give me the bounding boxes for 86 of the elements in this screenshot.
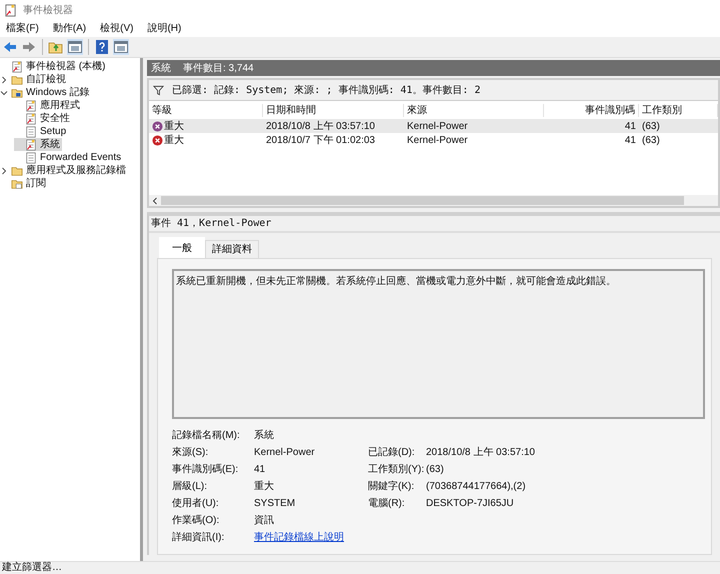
event-title: 事件 41，Kernel-Power bbox=[149, 216, 720, 233]
error-icon bbox=[152, 120, 163, 132]
field-value: DESKTOP-7JI65JU bbox=[426, 497, 515, 510]
menu-item[interactable]: 說明(H) bbox=[147, 22, 182, 35]
column-header[interactable]: 事件識別碼 bbox=[544, 104, 639, 116]
field-label: 層級(L): bbox=[172, 480, 208, 493]
event-row[interactable]: 重大 2018/10/7 下午 01:02:03 Kernel-Power 41 (63) bbox=[149, 133, 718, 147]
pane-icon[interactable] bbox=[113, 39, 129, 55]
table-cell-text: 2018/10/8 上午 03:57:10 bbox=[265, 120, 376, 132]
field-value: 2018/10/8 上午 03:57:10 bbox=[426, 446, 536, 459]
tree-item[interactable]: 自訂檢視 bbox=[0, 73, 68, 86]
window-title: 事件檢視器 bbox=[23, 4, 73, 16]
field-value: (63) bbox=[426, 463, 445, 476]
folder-icon bbox=[11, 164, 23, 176]
log-name: 系統 bbox=[151, 62, 171, 74]
table-cell-text: 41 bbox=[624, 120, 637, 132]
field-label: 記錄檔名稱(M): bbox=[172, 429, 241, 442]
table-cell-text: (63) bbox=[641, 120, 661, 132]
filter-summary: 已篩選: 記錄: System; 來源: ; 事件識別碼: 41。事件數目: 2 bbox=[172, 84, 480, 96]
table-cell-text: 41 bbox=[624, 134, 637, 146]
field-value: 41 bbox=[254, 463, 266, 476]
table-cell: 重大 bbox=[164, 134, 184, 146]
tree-item[interactable]: Setup bbox=[14, 125, 68, 138]
table-cell: 重大 bbox=[164, 120, 184, 132]
field-label: 來源(S): bbox=[172, 446, 210, 459]
tree-item[interactable]: 應用程式 bbox=[14, 99, 82, 112]
chevron-down-icon[interactable] bbox=[0, 88, 8, 96]
field-label: 工作類別(Y): bbox=[368, 463, 426, 476]
log-icon bbox=[25, 112, 37, 124]
subscription-icon bbox=[11, 178, 23, 190]
folder-icon bbox=[11, 74, 23, 86]
app-icon bbox=[4, 4, 17, 16]
event-count: 事件數目: 3,744 bbox=[183, 62, 254, 74]
tree-item[interactable]: 安全性 bbox=[14, 112, 72, 125]
field-label: 關鍵字(K): bbox=[368, 480, 416, 493]
field-value: 系統 bbox=[254, 429, 275, 442]
back-arrow-icon[interactable] bbox=[2, 39, 18, 55]
menu-item[interactable]: 檢視(V) bbox=[100, 22, 134, 35]
horizontal-scrollbar[interactable] bbox=[149, 195, 718, 206]
tree-item[interactable]: 應用程式及服務記錄檔 bbox=[0, 164, 128, 177]
table-cell-text: 2018/10/7 下午 01:02:03 bbox=[265, 134, 376, 146]
forward-arrow-icon[interactable] bbox=[21, 39, 37, 55]
folder-icon bbox=[11, 86, 23, 98]
field-value: 重大 bbox=[254, 480, 275, 493]
chevron-right-icon[interactable] bbox=[0, 166, 8, 174]
scroll-left-icon[interactable] bbox=[151, 196, 159, 204]
chevron-right-icon[interactable] bbox=[0, 76, 8, 84]
field-label: 使用者(U): bbox=[172, 497, 220, 510]
field-label: 詳細資訊(I): bbox=[172, 531, 226, 544]
column-header[interactable]: 來源 bbox=[404, 104, 544, 116]
event-message: 系統已重新開機，但未先正常關機。若系統停止回應、當機或電力意外中斷，就可能會造成此錯誤。 bbox=[176, 276, 616, 287]
tab[interactable]: 詳細資料 bbox=[205, 240, 259, 258]
help-link[interactable]: 事件記錄檔線上說明 bbox=[254, 532, 344, 543]
table-cell-text: Kernel-Power bbox=[406, 134, 469, 146]
field-label: 事件識別碼(E): bbox=[172, 463, 240, 476]
event-row[interactable]: 重大 2018/10/8 上午 03:57:10 Kernel-Power 41 (63) bbox=[149, 119, 718, 133]
log-icon bbox=[25, 152, 37, 164]
log-icon bbox=[25, 100, 37, 112]
field-value: Kernel-Power bbox=[254, 446, 316, 459]
field-label: 作業碼(O): bbox=[172, 514, 220, 527]
field-value: SYSTEM bbox=[254, 497, 296, 510]
column-header[interactable]: 日期和時間 bbox=[263, 104, 404, 116]
field-value: (70368744177664),(2) bbox=[426, 480, 527, 493]
tree-item[interactable]: 事件檢視器 (本機) bbox=[0, 60, 108, 73]
pane-icon[interactable] bbox=[67, 39, 83, 55]
column-header[interactable]: 工作類別 bbox=[639, 104, 718, 116]
tree-item[interactable]: Windows 記錄 bbox=[0, 86, 92, 99]
log-icon bbox=[25, 138, 37, 150]
log-icon bbox=[25, 126, 37, 138]
field-label: 電腦(R): bbox=[368, 497, 406, 510]
log-icon bbox=[11, 60, 23, 72]
tree-item[interactable]: Forwarded Events bbox=[14, 151, 124, 164]
field-label: 已記錄(D): bbox=[368, 446, 416, 459]
column-header[interactable]: 等級 bbox=[149, 104, 263, 116]
filter-icon bbox=[153, 84, 164, 96]
table-cell-text: (63) bbox=[641, 134, 661, 146]
tree-item[interactable]: 系統 bbox=[14, 138, 62, 151]
status-text: 建立篩選器… bbox=[0, 561, 720, 574]
table-cell-text: Kernel-Power bbox=[406, 120, 469, 132]
help-icon[interactable] bbox=[94, 39, 110, 55]
field-value: 資訊 bbox=[254, 514, 275, 527]
menu-item[interactable]: 檔案(F) bbox=[6, 22, 39, 35]
tree-item[interactable]: 訂閱 bbox=[0, 177, 48, 190]
menu-item[interactable]: 動作(A) bbox=[52, 22, 86, 35]
error-icon bbox=[152, 134, 163, 146]
tab[interactable]: 一般 bbox=[159, 237, 205, 258]
